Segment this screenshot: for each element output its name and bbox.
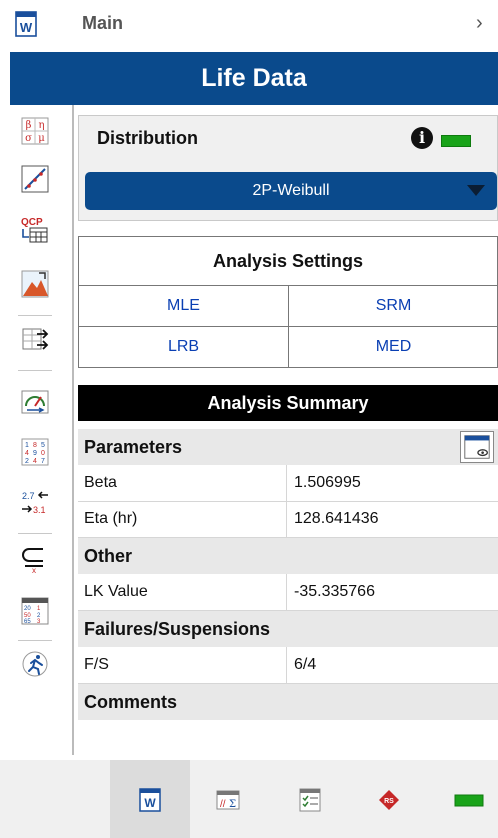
table-row: LK Value -35.335766 bbox=[78, 574, 498, 611]
parameters-icon[interactable]: β η σ μ bbox=[21, 117, 49, 145]
svg-text:1: 1 bbox=[25, 442, 29, 449]
failures-label: Failures/Suspensions bbox=[84, 619, 271, 639]
toolbar-separator bbox=[18, 315, 52, 316]
calendar-grid-icon[interactable]: 20 1 50 2 65 3 bbox=[21, 597, 49, 625]
settings-row: LRB MED bbox=[79, 326, 497, 367]
svg-text:QCP: QCP bbox=[21, 217, 43, 228]
qcp-icon[interactable]: QCP bbox=[21, 215, 49, 243]
svg-text:Σ: Σ bbox=[229, 799, 236, 810]
param-key: Beta bbox=[84, 474, 117, 491]
plot-icon[interactable] bbox=[21, 165, 49, 193]
svg-text://: // bbox=[220, 799, 226, 810]
status-indicator-icon bbox=[441, 135, 471, 147]
svg-text:x: x bbox=[32, 566, 36, 573]
svg-text:4: 4 bbox=[25, 450, 29, 457]
param-value: 1.506995 bbox=[294, 474, 361, 491]
table-row: F/S 6/4 bbox=[78, 647, 498, 684]
chevron-right-icon[interactable]: › bbox=[476, 12, 483, 35]
setting-lrb-link[interactable]: LRB bbox=[79, 326, 288, 367]
cell-divider bbox=[286, 501, 287, 537]
analysis-summary-panel: Analysis Summary Parameters Beta 1.50699… bbox=[78, 385, 498, 725]
svg-text:μ: μ bbox=[38, 133, 45, 144]
comments-label: Comments bbox=[84, 692, 178, 712]
svg-text:65: 65 bbox=[24, 619, 31, 625]
gauge-icon[interactable] bbox=[21, 388, 49, 416]
param-value: 128.641436 bbox=[294, 510, 379, 527]
breadcrumb-main[interactable]: Main bbox=[82, 13, 123, 34]
failures-section-header: Failures/Suspensions bbox=[78, 611, 498, 647]
weibull-folio-icon[interactable]: W bbox=[15, 11, 37, 37]
dropdown-arrow-icon[interactable] bbox=[467, 185, 485, 196]
other-label: Other bbox=[84, 546, 133, 566]
param-key: Eta (hr) bbox=[84, 510, 138, 527]
parameters-label: Parameters bbox=[84, 437, 183, 457]
bottom-toolbar: W // Σ RS bbox=[0, 760, 498, 838]
analysis-settings-table: Analysis Settings MLE SRM LRB MED bbox=[78, 236, 498, 368]
table-row: Eta (hr) 128.641436 bbox=[78, 501, 498, 538]
setting-srm-link[interactable]: SRM bbox=[288, 285, 498, 326]
distribution-panel: Distribution i 2P-Weibull bbox=[78, 115, 498, 221]
svg-text:W: W bbox=[144, 796, 156, 810]
left-toolbar: β η σ μ QCP 185 490 247 2.7 3.1 x 20 1 5… bbox=[0, 105, 72, 755]
rs-logo-icon[interactable]: RS bbox=[377, 788, 401, 812]
comments-section-header[interactable]: Comments bbox=[78, 684, 498, 720]
toolbar-separator bbox=[18, 533, 52, 534]
subset-icon[interactable]: x bbox=[21, 545, 49, 573]
cell-divider bbox=[286, 647, 287, 683]
svg-text:3.1: 3.1 bbox=[33, 505, 46, 515]
setting-med-link[interactable]: MED bbox=[288, 326, 498, 367]
calculation-icon[interactable]: // Σ bbox=[216, 788, 240, 812]
distribution-select[interactable]: 2P-Weibull bbox=[85, 172, 497, 210]
svg-text:η: η bbox=[39, 120, 45, 131]
top-navigation-bar: W Main › bbox=[0, 0, 498, 52]
convert-icon[interactable]: 2.7 3.1 bbox=[21, 488, 49, 516]
toolbar-separator bbox=[18, 640, 52, 641]
fs-value: 6/4 bbox=[294, 656, 317, 673]
other-section-header: Other bbox=[78, 538, 498, 574]
toolbar-separator bbox=[18, 370, 52, 371]
distribution-selected-value: 2P-Weibull bbox=[252, 182, 330, 199]
svg-text:9: 9 bbox=[33, 450, 37, 457]
status-indicator-icon[interactable] bbox=[454, 788, 484, 812]
settings-row: MLE SRM bbox=[79, 285, 497, 327]
run-icon[interactable] bbox=[21, 650, 49, 678]
cell-divider bbox=[286, 465, 287, 501]
svg-text:σ: σ bbox=[25, 133, 32, 144]
svg-text:β: β bbox=[26, 120, 32, 131]
folio-icon[interactable]: W bbox=[138, 788, 162, 812]
table-row: Beta 1.506995 bbox=[78, 465, 498, 502]
svg-text:8: 8 bbox=[33, 442, 37, 449]
info-icon[interactable]: i bbox=[411, 127, 433, 149]
parameters-section-header: Parameters bbox=[78, 429, 498, 465]
svg-text:20: 20 bbox=[24, 606, 31, 612]
svg-text:2: 2 bbox=[25, 458, 29, 465]
panel-title: Life Data bbox=[10, 52, 498, 105]
analysis-settings-title: Analysis Settings bbox=[79, 237, 497, 286]
analysis-summary-title: Analysis Summary bbox=[78, 385, 498, 421]
numeric-grid-icon[interactable]: 185 490 247 bbox=[21, 438, 49, 466]
checklist-icon[interactable] bbox=[298, 788, 322, 812]
setting-mle-link[interactable]: MLE bbox=[79, 285, 288, 326]
svg-text:5: 5 bbox=[41, 442, 45, 449]
svg-text:0: 0 bbox=[41, 450, 45, 457]
mountain-icon[interactable] bbox=[21, 270, 49, 298]
lk-key: LK Value bbox=[84, 583, 148, 600]
panel-divider bbox=[72, 105, 74, 755]
svg-text:2.7: 2.7 bbox=[22, 491, 35, 501]
view-parameters-icon[interactable] bbox=[460, 431, 494, 463]
svg-text:W: W bbox=[20, 20, 33, 35]
fs-key: F/S bbox=[84, 656, 109, 673]
cell-divider bbox=[286, 574, 287, 610]
svg-text:4: 4 bbox=[33, 458, 37, 465]
lk-value: -35.335766 bbox=[294, 583, 375, 600]
svg-text:7: 7 bbox=[41, 458, 45, 465]
data-transfer-icon[interactable] bbox=[21, 325, 49, 353]
distribution-label: Distribution bbox=[97, 128, 198, 148]
svg-text:RS: RS bbox=[384, 798, 394, 805]
